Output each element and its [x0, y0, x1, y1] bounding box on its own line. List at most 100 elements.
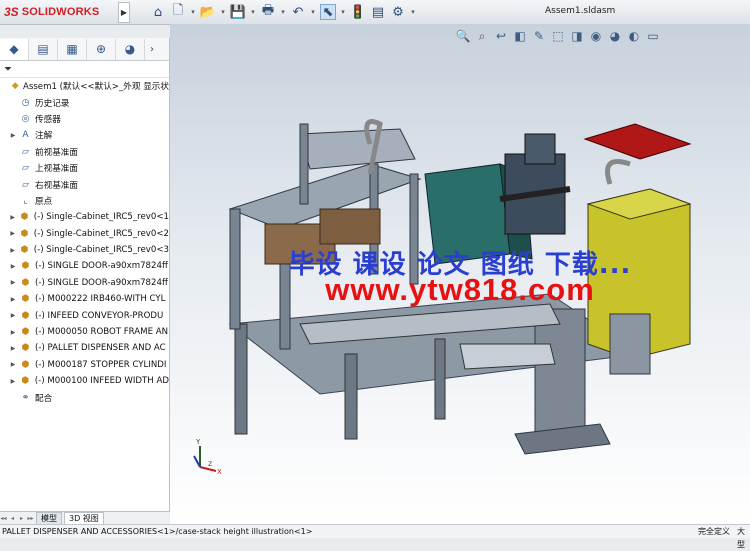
dimxpert-manager-icon[interactable]: ⊕	[87, 38, 116, 60]
save-icon[interactable]: 💾	[230, 4, 246, 20]
tree-item[interactable]: ▶ ⬢ (-) PALLET DISPENSER AND AC	[0, 340, 169, 356]
tree-item[interactable]: ▶ ⬢ (-) M000222 IRB460-WITH CYL	[0, 291, 169, 307]
component-icon: ⬢	[21, 294, 30, 305]
tree-item[interactable]: ▶ ⬢ (-) M000187 STOPPER CYLINDI	[0, 357, 169, 373]
tab-nav-last[interactable]: ▸▸	[27, 515, 34, 522]
tree-item[interactable]: ▶ ⬢ (-) INFEED CONVEYOR-PRODU	[0, 307, 169, 323]
expand-arrow-icon[interactable]: ▶	[9, 329, 17, 336]
status-definition: 完全定义	[698, 527, 730, 536]
tree-item[interactable]: ▶ ⬢ (-) Single-Cabinet_IRC5_rev0<1	[0, 209, 169, 225]
slip-sheet	[583, 123, 692, 160]
triad-z-label: Z	[208, 461, 212, 468]
rebuild-traffic-light-icon[interactable]: 🚦	[350, 4, 366, 20]
component-icon: ⬢	[20, 212, 29, 223]
tree-item-label: (-) SINGLE DOOR-a90xm7824ff	[35, 261, 168, 272]
tree-item-label: 右视基准面	[35, 180, 78, 191]
options-gear-icon[interactable]: ⚙	[390, 4, 406, 20]
tree-item[interactable]: ▶ ⬢ (-) Single-Cabinet_IRC5_rev0<2	[0, 226, 169, 242]
tree-item[interactable]: ▱ 上视基准面	[0, 160, 169, 176]
tab-3d-view[interactable]: 3D 视图	[64, 511, 104, 525]
tree-item[interactable]: ▶ ⬢ (-) M000050 ROBOT FRAME AN	[0, 324, 169, 340]
tree-item-label: 历史记录	[35, 98, 70, 109]
tree-item[interactable]: ⌞ 原点	[0, 193, 169, 209]
tree-item[interactable]: ◷ 历史记录	[0, 94, 169, 110]
expand-arrow-icon[interactable]: ▶	[9, 247, 16, 254]
feature-tree: ◆ Assem1 (默认<<默认>_外观 显示状 ◷ 历史记录 ◎ 传感器 ▶ A 注解 ▱ 前视基…	[0, 78, 169, 406]
expand-arrow-icon[interactable]: ▶	[9, 279, 17, 286]
print-icon[interactable]: 🖶	[260, 3, 276, 20]
component-icon: ⬢	[21, 376, 30, 387]
watermark-line2: www.ytw818.com	[325, 272, 595, 307]
component-icon: ⬢	[21, 359, 30, 370]
triad-x-label: X	[217, 468, 222, 476]
tree-item[interactable]: ⚭ 配合	[0, 389, 169, 405]
file-properties-icon[interactable]: ▤	[370, 4, 386, 20]
document-title: Assem1.sldasm	[545, 6, 616, 16]
status-selection-path: PALLET DISPENSER AND ACCESSORIES<1>/case…	[2, 527, 313, 536]
display-manager-icon[interactable]: ◕	[116, 38, 145, 60]
property-manager-icon[interactable]: ▤	[29, 38, 58, 60]
feature-manager-panel: ◆ ▤ ▦ ⊕ ◕ › ⏷ ◆ Assem1 (默认<<默认>_外观 显示状 ◷ 历史记录 ◎ 传感…	[0, 38, 170, 512]
expand-arrow-icon[interactable]: ▶	[9, 263, 17, 270]
pallet-dispenser	[514, 308, 651, 455]
expand-arrow-icon[interactable]: ▶	[9, 378, 17, 385]
dropdown-arrow-icon[interactable]: ▾	[280, 4, 286, 20]
filter-icon[interactable]: ⏷	[4, 64, 12, 75]
component-icon: ⬢	[21, 277, 30, 288]
new-document-icon[interactable]: 🗋	[170, 3, 186, 20]
manager-tabs: ◆ ▤ ▦ ⊕ ◕ ›	[0, 38, 169, 61]
assembly-icon: ◆	[11, 81, 19, 92]
dropdown-arrow-icon[interactable]: ▾	[310, 4, 316, 20]
plane-icon: ▱	[22, 179, 29, 190]
tree-item[interactable]: ▶ ⬢ (-) M000100 INFEED WIDTH AD	[0, 373, 169, 389]
tree-item-label: (-) M000050 ROBOT FRAME AN	[35, 327, 169, 338]
home-icon[interactable]: ⌂	[150, 4, 166, 20]
tree-item-label: 前视基准面	[35, 147, 78, 158]
menu-expand-arrow-icon[interactable]: ▶	[118, 2, 130, 23]
expand-arrow-icon[interactable]: ▶	[9, 230, 16, 237]
tab-nav-prev[interactable]: ◂	[9, 515, 16, 522]
expand-arrow-icon[interactable]: ▶	[9, 312, 17, 319]
expand-arrow-icon[interactable]: ▶	[9, 361, 17, 368]
dropdown-arrow-icon[interactable]: ▾	[220, 4, 226, 20]
expand-arrow-icon[interactable]: ▶	[9, 296, 17, 303]
dropdown-arrow-icon[interactable]: ▾	[340, 4, 346, 20]
tree-item-label: Assem1 (默认<<默认>_外观 显示状	[22, 82, 169, 93]
configuration-manager-icon[interactable]: ▦	[58, 38, 87, 60]
dropdown-arrow-icon[interactable]: ▾	[410, 4, 416, 20]
dropdown-arrow-icon[interactable]: ▾	[250, 4, 256, 20]
component-icon: ⬢	[21, 261, 30, 272]
tree-item-label: 注解	[35, 131, 53, 142]
tree-item-label: (-) SINGLE DOOR-a90xm7824ff	[35, 277, 168, 288]
ds-mark: 3S	[4, 5, 19, 19]
annotations-icon: A	[22, 130, 29, 141]
component-icon: ⬢	[21, 310, 30, 321]
expand-arrow-icon[interactable]: ▶	[9, 214, 16, 221]
tree-item[interactable]: ▶ A 注解	[0, 127, 169, 143]
expand-arrow-icon[interactable]: ▶	[9, 132, 17, 139]
expand-arrow-icon[interactable]: ▶	[9, 345, 17, 352]
tree-item[interactable]: ▶ ⬢ (-) SINGLE DOOR-a90xm7824ff	[0, 258, 169, 274]
document-tabs: ◂◂ ◂ ▸ ▸▸ 模型 3D 视图	[0, 511, 169, 525]
tree-item[interactable]: ◎ 传感器	[0, 111, 169, 127]
open-folder-icon[interactable]: 📂	[200, 4, 216, 20]
undo-icon[interactable]: ↶	[290, 4, 306, 20]
tree-item[interactable]: ▱ 右视基准面	[0, 176, 169, 192]
mates-icon: ⚭	[21, 392, 30, 403]
filter-bar[interactable]: ⏷	[0, 61, 169, 78]
feature-manager-tree-icon[interactable]: ◆	[0, 38, 29, 60]
select-cursor-icon[interactable]: ⬉	[320, 4, 336, 20]
coordinate-triad: Y X Z	[193, 438, 222, 476]
graphics-area[interactable]: 🔍 ⌕ ↩ ◧ ✎ ⬚ ◨ ◉ ◕ ◐ ▭ Y X Z 毕设 课设 论文 图纸 …	[170, 24, 750, 524]
tree-item[interactable]: ◆ Assem1 (默认<<默认>_外观 显示状	[0, 78, 169, 94]
tab-model[interactable]: 模型	[36, 511, 62, 525]
triad-y-label: Y	[195, 438, 201, 446]
tree-item-label: (-) Single-Cabinet_IRC5_rev0<1	[33, 212, 169, 223]
tab-nav-first[interactable]: ◂◂	[0, 515, 7, 522]
tree-item[interactable]: ▶ ⬢ (-) Single-Cabinet_IRC5_rev0<3	[0, 242, 169, 258]
tree-item[interactable]: ▶ ⬢ (-) SINGLE DOOR-a90xm7824ff	[0, 275, 169, 291]
tab-nav-next[interactable]: ▸	[18, 515, 25, 522]
tree-item[interactable]: ▱ 前视基准面	[0, 144, 169, 160]
dropdown-arrow-icon[interactable]: ▾	[190, 4, 196, 20]
more-tabs-arrow-icon[interactable]: ›	[145, 39, 159, 60]
